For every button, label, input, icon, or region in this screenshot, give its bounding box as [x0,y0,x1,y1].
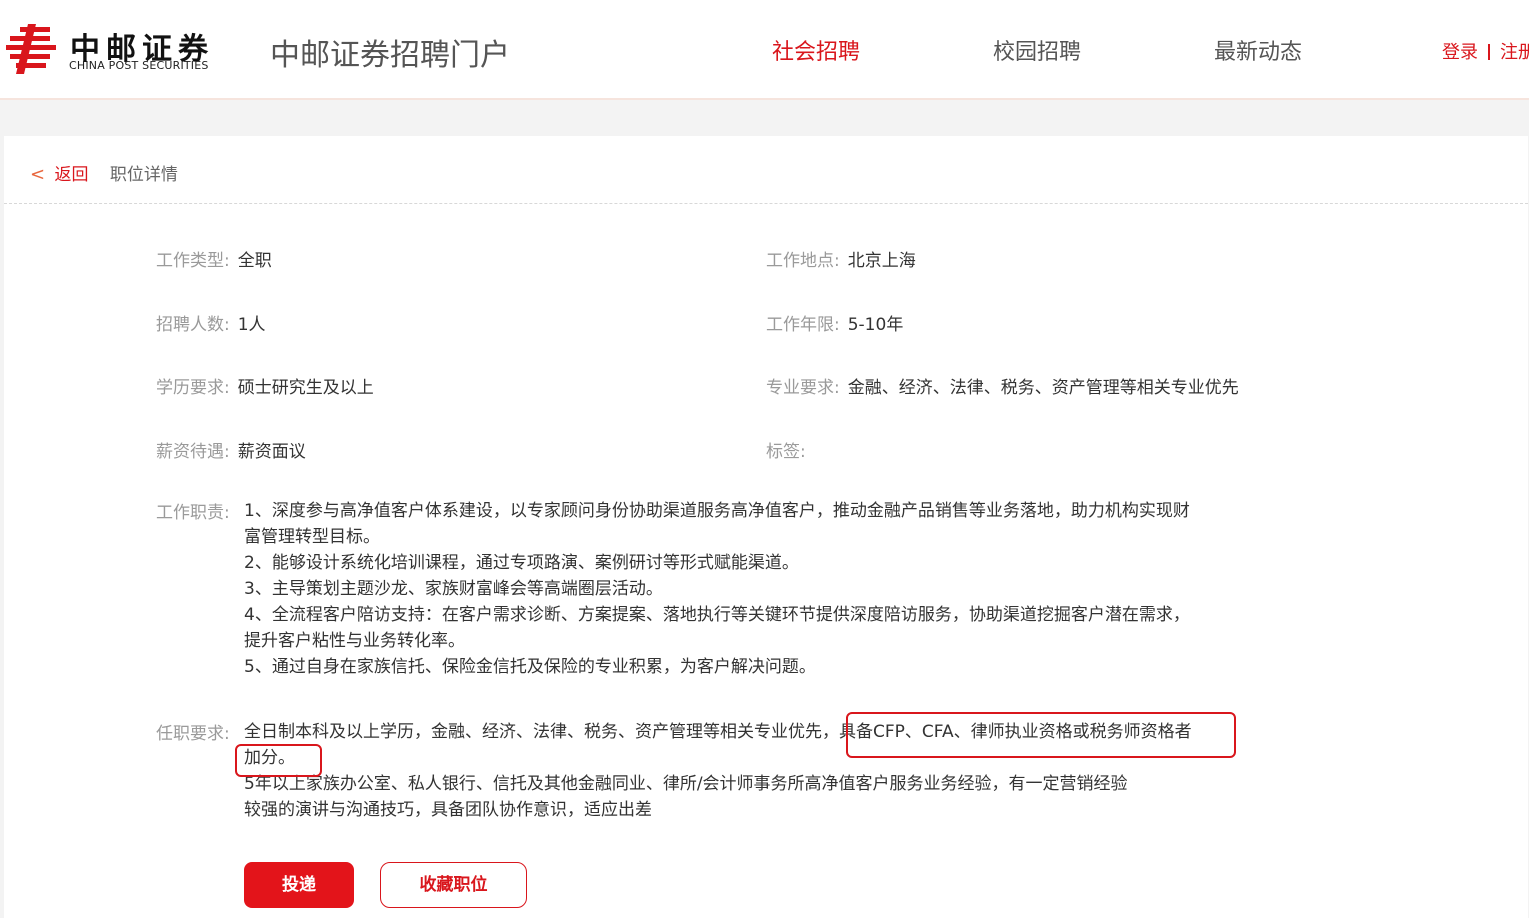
field-tags: 标签: [766,437,814,462]
field-label: 学历要求: [156,378,230,398]
job-detail-card: < 返回 职位详情 工作类型: 全职 工作地点: 北京上海 招聘人数: 1人 工作年限… [4,136,1528,918]
register-link[interactable]: 注册 [1500,42,1529,63]
duties-line: 富管理转型目标。 [244,527,380,547]
field-value: 北京上海 [847,251,916,271]
field-label: 招聘人数: [156,315,230,335]
highlight-box-certifications [846,712,1236,758]
field-label: 专业要求: [766,378,840,398]
field-job-type: 工作类型: 全职 [156,246,272,271]
back-link[interactable]: 返回 [55,165,89,185]
brand-logo[interactable]: 中邮证券 CHINA POST SECURITIES [6,22,226,78]
field-value: 硕士研究生及以上 [237,378,374,398]
nav-campus-recruitment[interactable]: 校园招聘 [993,34,1081,66]
chevron-left-icon[interactable]: < [30,164,45,185]
breadcrumb-current: 职位详情 [109,165,178,185]
nav-latest-news[interactable]: 最新动态 [1214,34,1302,66]
field-value: 5-10年 [847,315,904,335]
duties-line: 5、通过自身在家族信托、保险金信托及保险的专业积累，为客户解决问题。 [244,657,816,677]
apply-button[interactable]: 投递 [244,862,354,908]
field-label: 工作类型: [156,251,230,271]
requirements-line: 较强的演讲与沟通技巧，具备团队协作意识，适应出差 [244,800,652,820]
field-label: 工作地点: [766,251,840,271]
auth-separator [1488,44,1490,60]
field-value: 金融、经济、法律、税务、资产管理等相关专业优先 [847,378,1239,398]
field-salary: 薪资待遇: 薪资面议 [156,437,306,462]
nav-social-recruitment[interactable]: 社会招聘 [772,34,860,66]
field-value: 全职 [237,251,272,271]
duties-line: 3、主导策划主题沙龙、家族财富峰会等高端圈层活动。 [244,579,663,599]
site-header: 中邮证券 CHINA POST SECURITIES 中邮证券招聘门户 社会招聘… [0,0,1529,100]
field-headcount: 招聘人数: 1人 [156,310,266,335]
duties-line: 1、深度参与高净值客户体系建设，以专家顾问身份协助渠道服务高净值客户，推动金融产… [244,501,1190,521]
field-label: 标签: [766,442,806,462]
duties-line: 提升客户粘性与业务转化率。 [244,631,465,651]
china-post-logo-icon [6,24,56,74]
favorite-job-button[interactable]: 收藏职位 [380,862,527,908]
field-value: 1人 [237,315,266,335]
field-label: 薪资待遇: [156,442,230,462]
auth-links: 登录 注册 [1442,38,1529,64]
brand-name-en: CHINA POST SECURITIES [69,59,209,72]
requirements-line: 5年以上家族办公室、私人银行、信托及其他金融同业、律所/会计师事务所高净值客户服… [244,774,1128,794]
highlight-box-bonus [235,744,322,777]
field-job-location: 工作地点: 北京上海 [766,246,916,271]
duties-line: 4、全流程客户陪访支持：在客户需求诊断、方案提案、落地执行等关键环节提供深度陪访… [244,605,1190,625]
field-label: 工作年限: [766,315,840,335]
duties-line: 2、能够设计系统化培训课程，通过专项路演、案例研讨等形式赋能渠道。 [244,553,799,573]
portal-title: 中邮证券招聘门户 [270,38,510,73]
field-education: 学历要求: 硕士研究生及以上 [156,373,374,398]
duties-text: 1、深度参与高净值客户体系建设，以专家顾问身份协助渠道服务高净值客户，推动金融产… [244,498,1234,680]
field-major: 专业要求: 金融、经济、法律、税务、资产管理等相关专业优先 [766,373,1239,398]
login-link[interactable]: 登录 [1442,42,1478,63]
requirements-label: 任职要求: [156,724,230,744]
breadcrumb: < 返回 职位详情 [30,160,178,185]
duties-label: 工作职责: [156,503,230,523]
section-divider [4,203,1528,204]
field-experience: 工作年限: 5-10年 [766,310,903,335]
field-value: 薪资面议 [237,442,306,462]
